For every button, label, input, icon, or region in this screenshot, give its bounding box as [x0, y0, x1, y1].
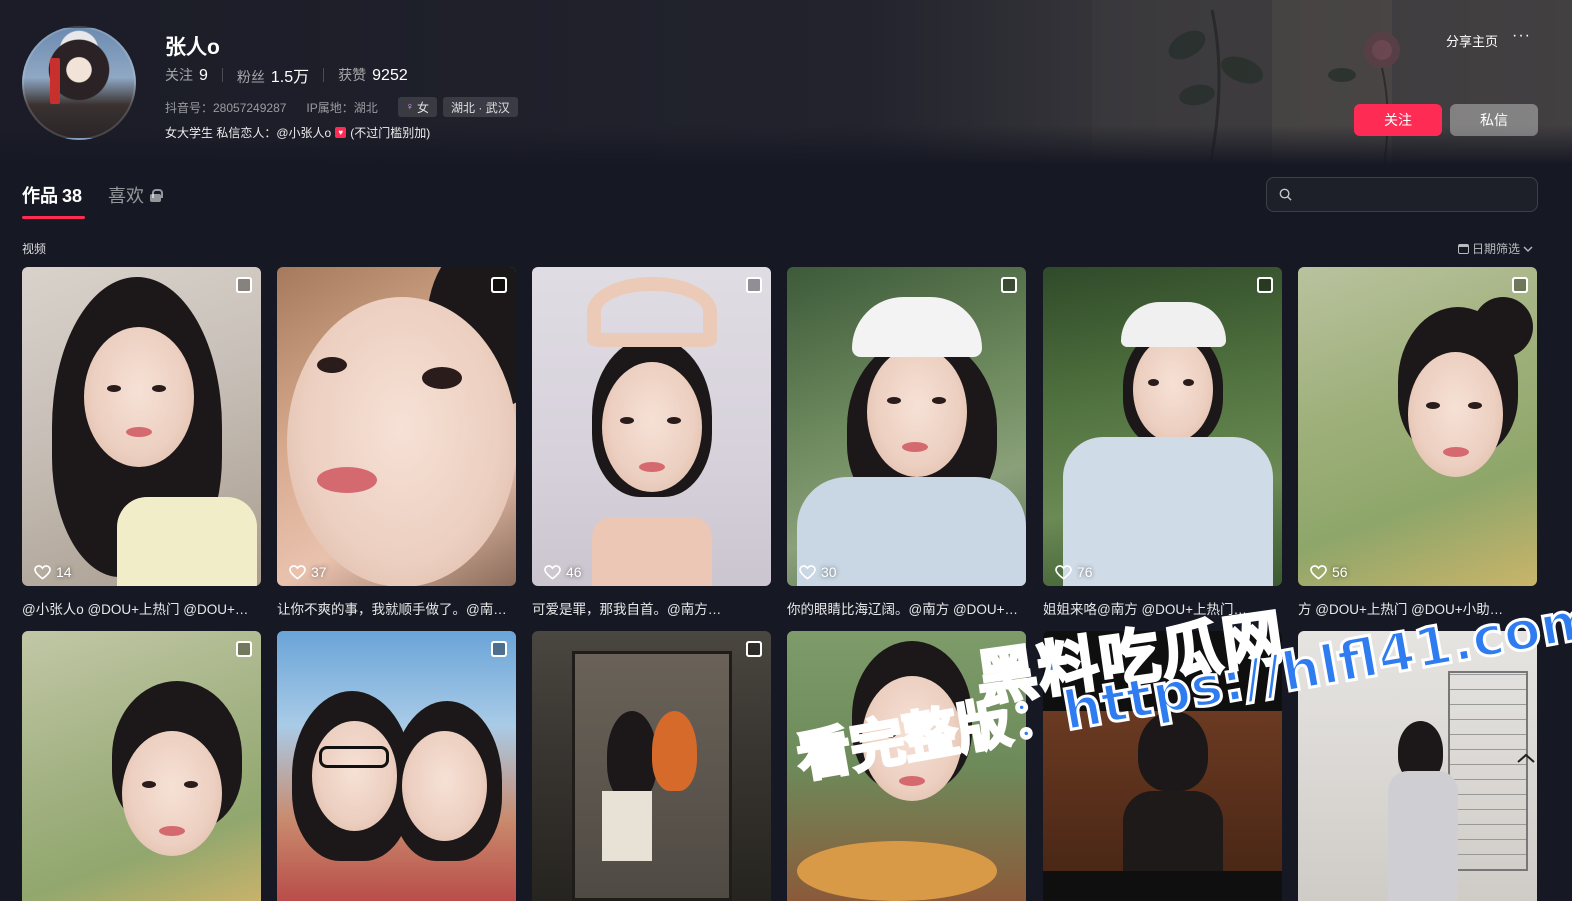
share-profile-button[interactable]: 分享主页 — [1446, 31, 1498, 50]
following-stat[interactable]: 关注 9 — [165, 65, 208, 85]
divider — [323, 68, 325, 82]
video-caption[interactable]: 可爱是罪，那我自首。@南方… — [532, 598, 771, 618]
profile-name: 张人o — [165, 36, 220, 59]
video-card[interactable]: 30 你的眼睛比海辽阔。@南方 @DOU+… — [787, 267, 1026, 618]
multi-image-icon — [491, 641, 507, 657]
tab-likes[interactable]: 喜欢 — [108, 182, 163, 208]
profile-meta: 抖音号：28057249287 IP属地：湖北 ♀ 女 湖北 · 武汉 — [165, 97, 524, 117]
video-thumbnail[interactable]: 46 — [532, 267, 771, 586]
chevron-down-icon — [1523, 246, 1533, 252]
divider — [221, 68, 223, 82]
date-filter-label: 日期筛选 — [1472, 242, 1521, 256]
profile-page: 张人o 关注 9 粉丝 1.5万 获赞 9252 抖音号：28057249287… — [0, 0, 1572, 901]
gender-label: 女 — [417, 100, 430, 115]
bio-text: 女大学生 私信恋人：@小张人o — [165, 126, 332, 140]
video-card[interactable]: 76 姐姐来咯@南方 @DOU+上热门… — [1043, 267, 1282, 618]
multi-image-icon — [746, 277, 762, 293]
message-button[interactable]: 私信 — [1450, 104, 1538, 136]
tab-works[interactable]: 作品 38 — [22, 182, 82, 208]
heart-icon — [1055, 564, 1072, 580]
section-label: 视频 — [22, 242, 47, 256]
video-thumbnail[interactable] — [277, 631, 516, 901]
followers-count: 1.5万 — [270, 69, 310, 86]
heart-icon — [544, 564, 561, 580]
heart-icon — [799, 564, 816, 580]
tab-works-label: 作品 — [22, 186, 58, 206]
like-count: 56 — [1310, 564, 1348, 580]
video-thumbnail[interactable]: 76 — [1043, 267, 1282, 586]
video-thumbnail[interactable]: 14 — [22, 267, 261, 586]
likes-count: 9252 — [372, 67, 408, 84]
following-label: 关注 — [165, 67, 193, 83]
location-tag: 湖北 · 武汉 — [443, 97, 518, 117]
followers-label: 粉丝 — [236, 69, 265, 85]
video-thumbnail[interactable] — [22, 631, 261, 901]
video-caption[interactable]: 让你不爽的事，我就顺手做了。@南… — [277, 598, 516, 618]
heart-icon — [289, 564, 306, 580]
like-count: 30 — [799, 564, 837, 580]
following-count: 9 — [199, 67, 208, 84]
calendar-icon — [1458, 243, 1469, 254]
video-card[interactable]: 37 让你不爽的事，我就顺手做了。@南… — [277, 267, 516, 618]
video-card[interactable]: 14 @小张人o @DOU+上热门 @DOU+… — [22, 267, 261, 618]
video-caption[interactable]: 你的眼睛比海辽阔。@南方 @DOU+… — [787, 598, 1026, 618]
multi-image-icon — [236, 277, 252, 293]
more-options-button[interactable]: ··· — [1512, 27, 1531, 45]
video-thumbnail[interactable] — [532, 631, 771, 901]
profile-stats: 关注 9 粉丝 1.5万 获赞 9252 — [165, 63, 408, 87]
like-count: 46 — [544, 564, 582, 580]
multi-image-icon — [491, 277, 507, 293]
ip-location: IP属地：湖北 — [306, 100, 378, 115]
like-count: 76 — [1055, 564, 1093, 580]
video-card[interactable] — [277, 631, 516, 901]
multi-image-icon — [746, 641, 762, 657]
search-box[interactable] — [1266, 177, 1538, 212]
female-icon: ♀ — [405, 101, 415, 113]
chevron-up-icon[interactable] — [1516, 752, 1536, 764]
likes-label: 获赞 — [338, 67, 367, 83]
date-filter-dropdown[interactable]: 日期筛选 — [1458, 240, 1533, 257]
like-count: 14 — [34, 564, 72, 580]
profile-bio: 女大学生 私信恋人：@小张人o ♥ (不过门槛别加) — [165, 124, 430, 141]
search-icon — [1279, 188, 1292, 201]
multi-image-icon — [1257, 277, 1273, 293]
video-caption[interactable]: @小张人o @DOU+上热门 @DOU+… — [22, 598, 261, 618]
heart-emoji-icon: ♥ — [335, 127, 347, 138]
video-card[interactable] — [532, 631, 771, 901]
multi-image-icon — [1001, 277, 1017, 293]
video-thumbnail[interactable]: 37 — [277, 267, 516, 586]
video-thumbnail[interactable]: 30 — [787, 267, 1026, 586]
video-card[interactable]: 46 可爱是罪，那我自首。@南方… — [532, 267, 771, 618]
heart-icon — [34, 564, 51, 580]
follow-button[interactable]: 关注 — [1354, 104, 1442, 136]
active-tab-indicator — [22, 216, 85, 219]
likes-stat: 获赞 9252 — [338, 65, 408, 85]
avatar[interactable] — [22, 26, 136, 140]
bio-note: (不过门槛别加) — [350, 126, 431, 140]
tab-works-count: 38 — [62, 186, 83, 206]
video-card[interactable]: 56 方 @DOU+上热门 @DOU+小助… — [1298, 267, 1537, 618]
gender-tag: ♀ 女 — [397, 97, 438, 117]
followers-stat[interactable]: 粉丝 1.5万 — [237, 63, 309, 87]
search-input[interactable] — [1299, 182, 1529, 208]
multi-image-icon — [1512, 277, 1528, 293]
multi-image-icon — [236, 641, 252, 657]
video-thumbnail[interactable]: 56 — [1298, 267, 1537, 586]
video-card[interactable] — [22, 631, 261, 901]
lock-icon — [150, 188, 163, 202]
tab-likes-label: 喜欢 — [108, 186, 144, 206]
heart-icon — [1310, 564, 1327, 580]
like-count: 37 — [289, 564, 327, 580]
douyin-id: 抖音号：28057249287 — [165, 100, 287, 115]
